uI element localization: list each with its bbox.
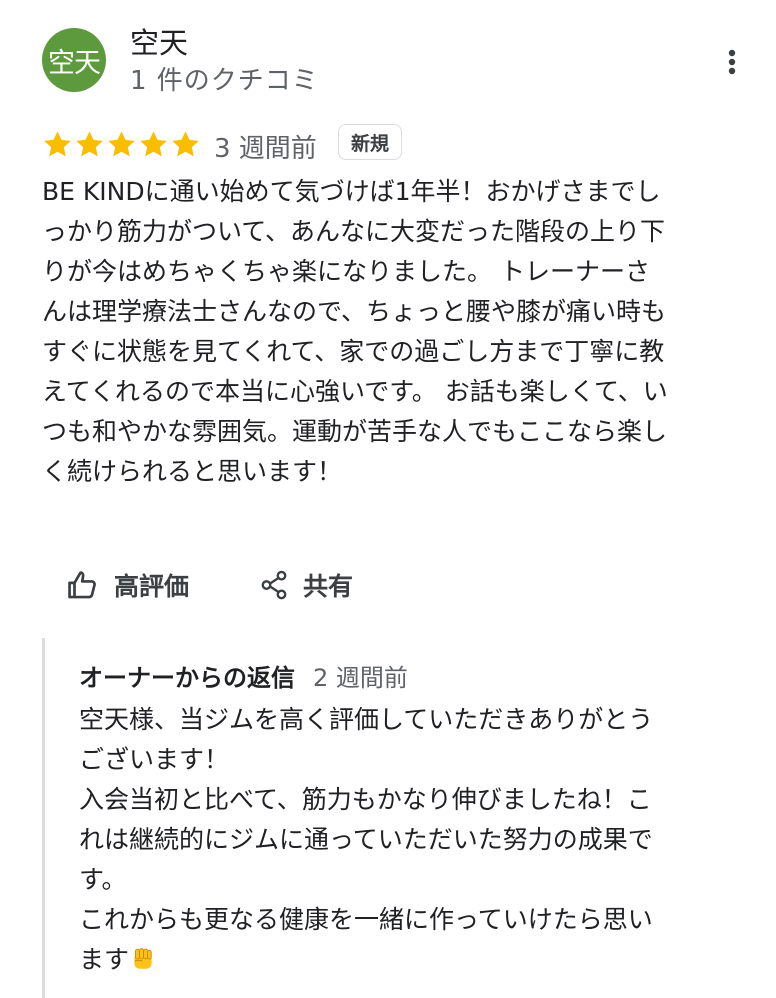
review-text-line: すぐに状態を見てくれて、家での過ごし方まで丁寧に教: [42, 337, 665, 366]
review-text-line: つも和やかな雰囲気。運動が苦手な人でもここなら楽し: [42, 417, 668, 446]
review-text-line: んは理学療法士さんなので、ちょっと腰や膝が痛い時も: [42, 297, 667, 326]
owner-reply-text: 空天様、当ジムを高く評価していただきありがとう ございます！ 入会当初と比べて、筋力…: [79, 700, 739, 980]
more-options-button[interactable]: [718, 42, 746, 82]
owner-reply-text-line: これからも更なる健康を一緒に作っていけたら思い: [79, 905, 653, 934]
review-text-line: く続けられると思います！: [42, 457, 343, 486]
reviewer-review-count: 1 件のクチコミ: [130, 66, 319, 96]
star-icon: [108, 130, 135, 156]
raised-fist-emoji-icon: [134, 948, 152, 969]
review-text-line: りが今はめちゃくちゃ楽になりました。 トレーナーさ: [42, 257, 650, 286]
reviewer-name[interactable]: 空天: [130, 20, 188, 62]
owner-reply-text-line: 入会当初と比べて、筋力もかなり伸びましたね！こ: [79, 785, 652, 814]
star-icon: [44, 130, 71, 156]
owner-reply-header: オーナーからの返信 2 週間前: [79, 658, 408, 693]
owner-reply-date: 2 週間前: [313, 664, 408, 692]
share-icon: [261, 570, 287, 600]
like-button[interactable]: 高評価: [66, 567, 189, 603]
owner-reply: オーナーからの返信 2 週間前 空天様、当ジムを高く評価していただきありがとうご…: [42, 638, 754, 998]
share-label: 共有: [303, 572, 354, 601]
owner-reply-text-line: ございます！: [79, 745, 230, 774]
owner-reply-text-line: す。: [79, 865, 127, 894]
star-icon: [140, 130, 167, 156]
review-date: 3 週間前: [214, 134, 317, 164]
like-label: 高評価: [114, 572, 190, 601]
review-text-line: えてくれるので本当に心強いです。 お話も楽しくて、い: [42, 377, 668, 406]
star-icon: [76, 130, 103, 156]
owner-reply-title: オーナーからの返信: [79, 664, 295, 692]
thumbs-up-icon: [68, 571, 96, 599]
avatar[interactable]: 空天: [42, 28, 106, 92]
new-badge: 新規: [338, 124, 403, 160]
owner-reply-text-line: ます: [79, 940, 739, 980]
star-icon: [172, 130, 199, 156]
owner-reply-text-line: 空天様、当ジムを高く評価していただきありがとう: [79, 705, 654, 734]
review-text: BE KINDに通い始めて気づけば1年半！おかげさまでし っかり筋力がついて、あん…: [42, 172, 754, 492]
review-text-line: っかり筋力がついて、あんなに大変だった階段の上り下: [42, 217, 666, 246]
review-text-line: BE KINDに通い始めて気づけば1年半！おかげさまでし: [42, 177, 661, 206]
more-vert-icon: [728, 49, 736, 75]
share-button[interactable]: 共有: [259, 567, 353, 603]
owner-reply-text-line: れは継続的にジムに通っていただいた努力の成果で: [79, 825, 653, 854]
star-rating: [42, 126, 202, 162]
review-actions: 高評価 共有: [66, 560, 353, 610]
